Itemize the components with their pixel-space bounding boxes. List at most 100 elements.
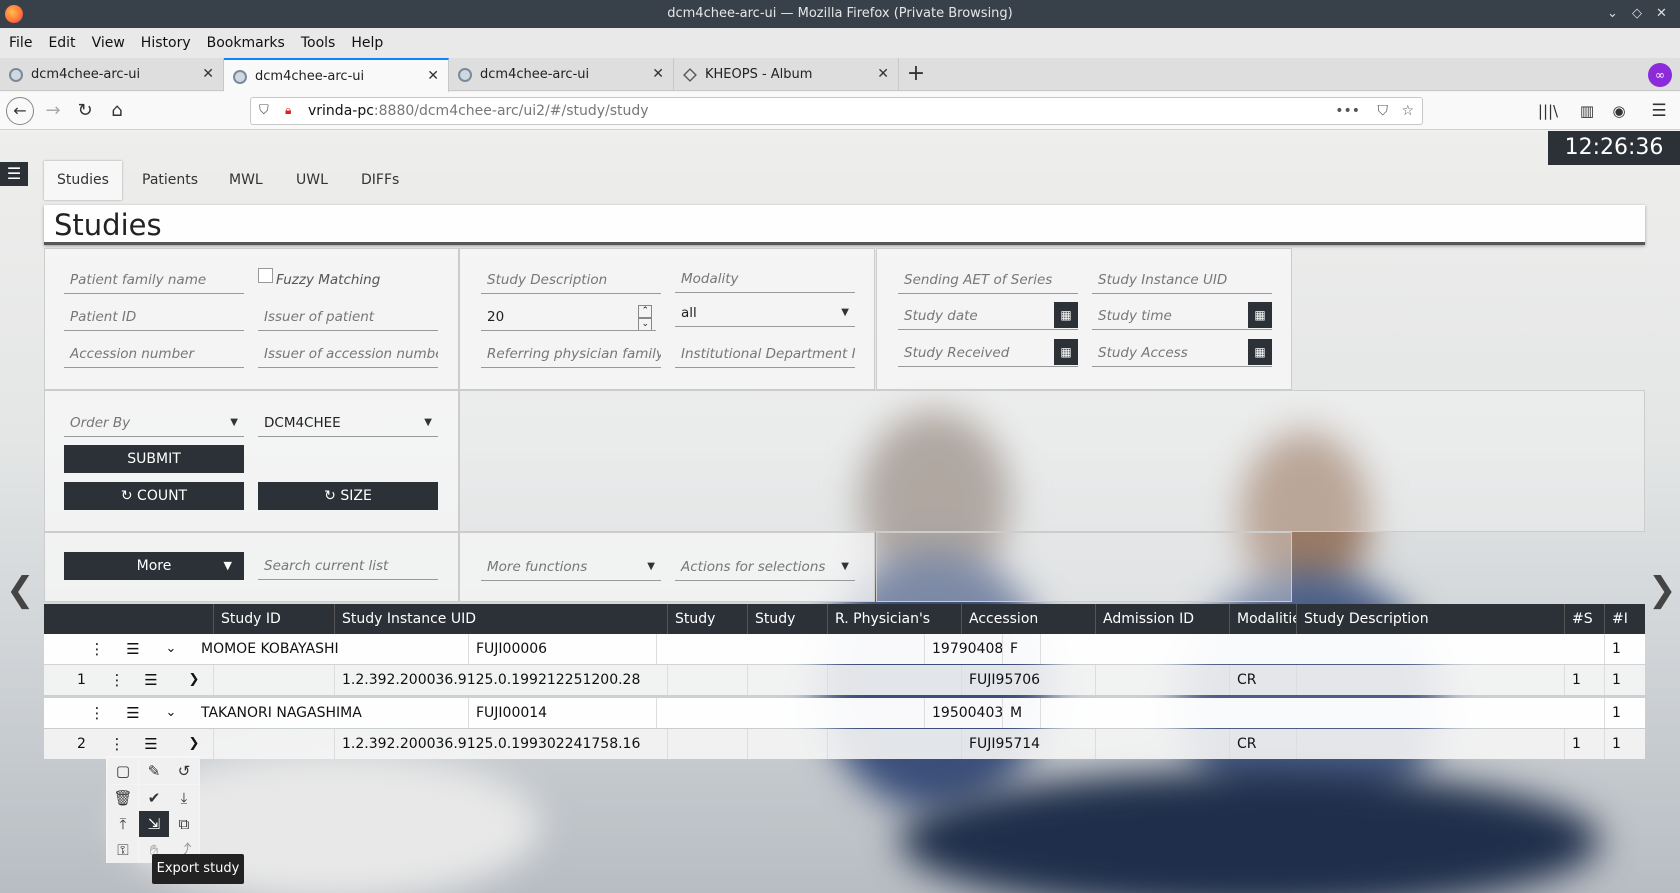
- limit-down-icon[interactable]: ⌄: [638, 318, 652, 330]
- download-icon[interactable]: ⤓: [169, 785, 199, 811]
- tab-close-icon[interactable]: ✕: [877, 58, 889, 91]
- calendar-icon[interactable]: ▦: [1054, 339, 1078, 365]
- col-referring-physician[interactable]: R. Physician's: [827, 604, 961, 634]
- count-button[interactable]: ↻ COUNT: [64, 482, 244, 510]
- size-button[interactable]: ↻ SIZE: [258, 482, 438, 510]
- menu-view[interactable]: View: [92, 35, 125, 51]
- col-study-date[interactable]: Study: [667, 604, 747, 634]
- tab-patients[interactable]: Patients: [129, 161, 211, 200]
- col-study-description[interactable]: Study Description: [1296, 604, 1564, 634]
- sidebar-icon[interactable]: ▥: [1574, 92, 1600, 130]
- more-vert-icon[interactable]: ⋮: [87, 698, 107, 728]
- limit-input[interactable]: 20 ⌃ ⌄: [481, 303, 656, 331]
- study-description-input[interactable]: Study Description: [481, 266, 661, 294]
- tab-diffs[interactable]: DIFFs: [348, 161, 412, 200]
- tab-close-icon[interactable]: ✕: [427, 60, 439, 93]
- study-instance-uid-input[interactable]: Study Instance UID: [1092, 266, 1272, 294]
- study-time-input[interactable]: Study time ▦: [1092, 302, 1272, 330]
- shield-icon[interactable]: ⛉: [259, 103, 269, 118]
- tab-studies[interactable]: Studies: [44, 161, 122, 200]
- list-icon[interactable]: ☰: [123, 698, 143, 728]
- export-icon[interactable]: ⇲: [139, 811, 169, 837]
- issuer-of-patient-input[interactable]: Issuer of patient: [258, 303, 438, 331]
- tab-close-icon[interactable]: ✕: [202, 58, 214, 91]
- patient-family-name-input[interactable]: Patient family name: [64, 266, 244, 294]
- col-study-id[interactable]: Study ID: [213, 604, 334, 634]
- edit-icon[interactable]: ✎: [139, 758, 169, 784]
- patient-id-input[interactable]: Patient ID: [64, 303, 244, 331]
- more-vert-icon[interactable]: ⋮: [107, 665, 127, 695]
- study-date-input[interactable]: Study date ▦: [898, 302, 1078, 330]
- study-access-input[interactable]: Study Access ▦: [1092, 339, 1272, 367]
- minimize-icon[interactable]: ⌄: [1607, 0, 1618, 28]
- url-bar[interactable]: ⛉ 🔒︎ vrinda-pc:8880/dcm4chee-arc/ui2/#/s…: [250, 97, 1423, 125]
- list-icon[interactable]: ☰: [123, 634, 143, 664]
- reload-icon[interactable]: ↻: [72, 92, 98, 130]
- back-icon[interactable]: ←: [6, 97, 34, 125]
- col-accession[interactable]: Accession: [961, 604, 1095, 634]
- menu-history[interactable]: History: [141, 35, 191, 51]
- accession-number-input[interactable]: Accession number: [64, 340, 244, 368]
- col-instance-count[interactable]: #I: [1604, 604, 1645, 634]
- sending-aet-input[interactable]: Sending AET of Series: [898, 266, 1078, 294]
- sidebar-menu-icon[interactable]: ☰: [0, 162, 28, 186]
- list-icon[interactable]: ☰: [141, 665, 161, 695]
- more-functions-select[interactable]: More functions ▼: [481, 553, 661, 581]
- col-study-instance-uid[interactable]: Study Instance UID: [334, 604, 667, 634]
- browser-tab[interactable]: dcm4chee-arc-ui ✕: [0, 58, 224, 91]
- menu-tools[interactable]: Tools: [301, 35, 336, 51]
- url-text[interactable]: vrinda-pc:8880/dcm4chee-arc/ui2/#/study/…: [308, 98, 649, 124]
- col-modalities[interactable]: Modalities: [1229, 604, 1296, 634]
- verify-icon[interactable]: ✔: [139, 785, 169, 811]
- order-by-select[interactable]: Order By ▼: [64, 409, 244, 437]
- modality-input[interactable]: Modality: [675, 265, 855, 293]
- tab-mwl[interactable]: MWL: [216, 161, 276, 200]
- chevron-right-icon[interactable]: ❯: [184, 665, 204, 695]
- tab-close-icon[interactable]: ✕: [652, 58, 664, 91]
- list-icon[interactable]: ☰: [141, 729, 161, 759]
- calendar-icon[interactable]: ▦: [1248, 339, 1272, 365]
- insecure-lock-icon[interactable]: 🔒︎: [285, 103, 291, 118]
- next-page-icon[interactable]: ❯: [1648, 570, 1677, 610]
- account-icon[interactable]: ◉: [1606, 92, 1632, 130]
- calendar-icon[interactable]: ▦: [1248, 302, 1272, 328]
- home-icon[interactable]: ⌂: [104, 92, 130, 130]
- search-current-list-input[interactable]: Search current list: [258, 552, 438, 580]
- chevron-down-icon[interactable]: ⌄: [161, 698, 181, 728]
- prev-page-icon[interactable]: ❮: [6, 570, 35, 610]
- submit-button[interactable]: SUBMIT: [64, 445, 244, 473]
- modality-select[interactable]: all ▼: [675, 299, 855, 327]
- more-vert-icon[interactable]: ⋮: [87, 634, 107, 664]
- select-icon[interactable]: ▢: [108, 758, 138, 784]
- menu-bookmarks[interactable]: Bookmarks: [207, 35, 285, 51]
- browser-tab-active[interactable]: dcm4chee-arc-ui ✕: [224, 58, 449, 92]
- menu-edit[interactable]: Edit: [48, 35, 75, 51]
- calendar-icon[interactable]: ▦: [1054, 302, 1078, 328]
- maximize-icon[interactable]: ◇: [1632, 0, 1642, 28]
- retrieve-icon[interactable]: ⧉: [169, 811, 199, 837]
- chevron-down-icon[interactable]: ⌄: [161, 634, 181, 664]
- browser-tab[interactable]: KHEOPS - Album ✕: [674, 58, 899, 91]
- close-window-icon[interactable]: ✕: [1656, 0, 1667, 28]
- history-icon[interactable]: ↺: [169, 758, 199, 784]
- menu-file[interactable]: File: [9, 35, 32, 51]
- tab-uwl[interactable]: UWL: [283, 161, 341, 200]
- app-menu-icon[interactable]: ☰: [1646, 92, 1672, 130]
- key-icon[interactable]: ⚿: [108, 837, 138, 863]
- library-icon[interactable]: |||\: [1535, 92, 1561, 130]
- bookmark-star-icon[interactable]: ☆: [1401, 98, 1414, 124]
- institutional-department-input[interactable]: Institutional Department Name: [675, 340, 855, 368]
- more-vert-icon[interactable]: ⋮: [107, 729, 127, 759]
- fuzzy-matching-checkbox[interactable]: [258, 268, 273, 283]
- menu-help[interactable]: Help: [351, 35, 383, 51]
- limit-up-icon[interactable]: ⌃: [638, 305, 652, 318]
- actions-for-selections-select[interactable]: Actions for selections ▼: [675, 553, 855, 581]
- pocket-icon[interactable]: ⛉: [1378, 98, 1389, 124]
- forward-icon[interactable]: →: [40, 92, 66, 130]
- issuer-of-accession-input[interactable]: Issuer of accession number: [258, 340, 438, 368]
- more-button[interactable]: More ▼: [64, 552, 244, 580]
- new-tab-icon[interactable]: +: [905, 58, 927, 91]
- chevron-right-icon[interactable]: ❯: [184, 729, 204, 759]
- referring-physician-input[interactable]: Referring physician family name: [481, 340, 661, 368]
- study-received-input[interactable]: Study Received ▦: [898, 339, 1078, 367]
